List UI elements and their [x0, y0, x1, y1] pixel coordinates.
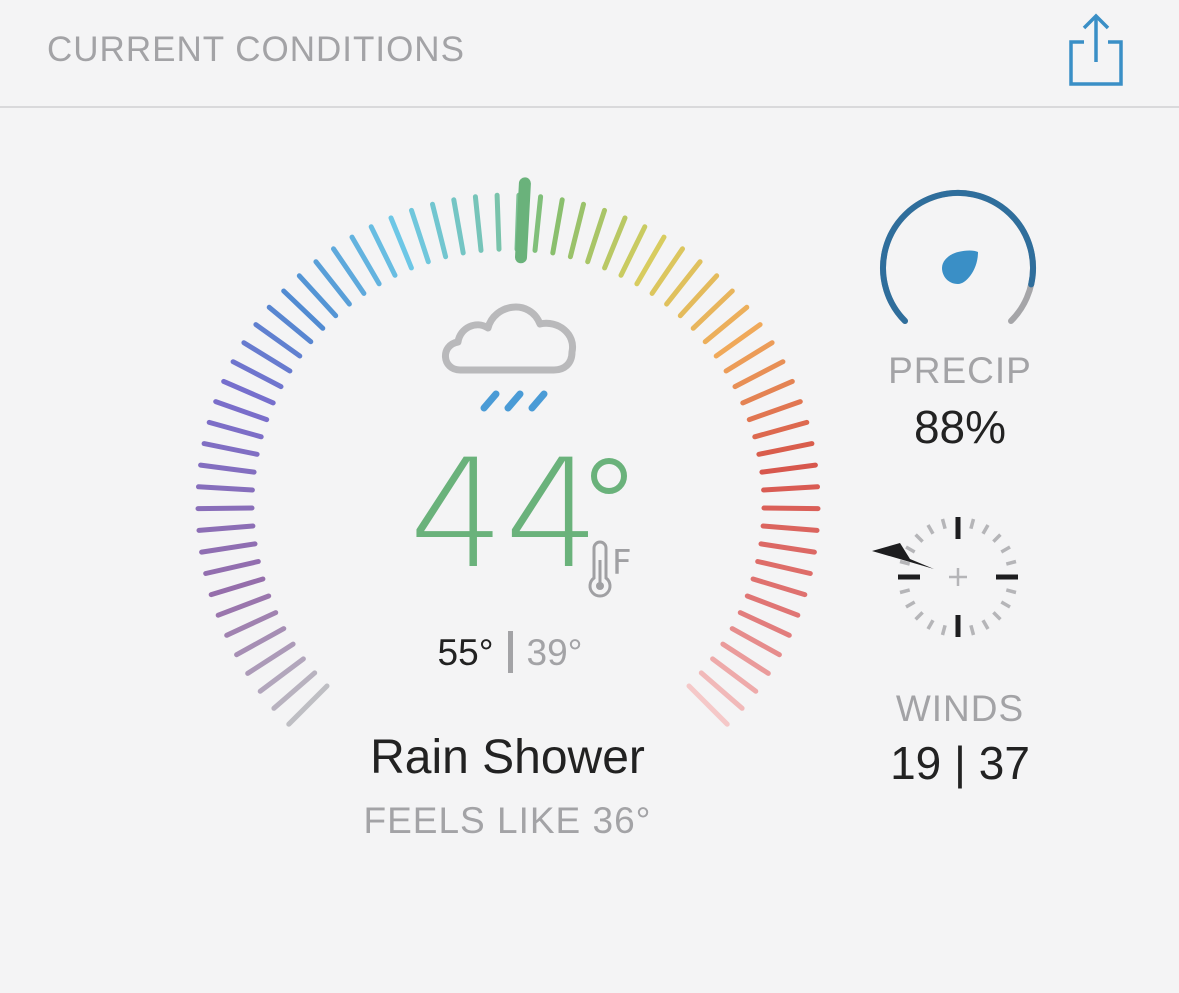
gauge-tick — [494, 192, 502, 252]
compass-tick — [1005, 588, 1017, 595]
low-temp: 39° — [526, 632, 583, 673]
gauge-tick — [752, 419, 810, 440]
compass-tick — [905, 600, 916, 609]
compass-tick — [914, 611, 924, 621]
gauge-tick — [234, 626, 287, 658]
gauge-tick — [744, 593, 801, 618]
gauge-tick — [761, 484, 820, 493]
gauge-tick — [567, 201, 586, 260]
compass-tick — [992, 533, 1002, 543]
gauge-tick — [759, 462, 818, 475]
high-low: 55° 39° — [380, 631, 640, 676]
gauge-tick — [203, 559, 261, 576]
compass-tick — [992, 611, 1002, 621]
winds-value: 19 | 37 — [890, 737, 1030, 789]
gauge-tick — [532, 194, 544, 253]
gauge-tick — [750, 576, 808, 598]
gauge-needle — [515, 177, 531, 264]
gauge-tick — [472, 194, 484, 253]
gauge-tick — [196, 484, 255, 493]
compass-tick — [1000, 600, 1011, 609]
compass-tick — [1005, 559, 1017, 566]
gauge-tick — [618, 224, 648, 278]
gauge-tick — [196, 523, 256, 533]
gauge-tick — [201, 441, 260, 457]
compass-tick — [1000, 545, 1011, 554]
gauge-tick — [746, 399, 803, 423]
gauge-tick — [602, 215, 628, 271]
gauge-tick — [213, 399, 270, 423]
gauge-tick — [732, 359, 786, 390]
gauge-tick — [550, 197, 565, 256]
precip-gauge — [870, 180, 1050, 340]
precip-label: PRECIP — [888, 350, 1032, 391]
compass-icon — [860, 505, 1040, 655]
gauge-tick — [756, 441, 815, 457]
gauge-tick — [224, 610, 279, 638]
raindrop-icon — [942, 250, 978, 284]
feels-like: FEELS LIKE 36° — [363, 800, 652, 841]
gauge-tick — [740, 378, 795, 406]
precip-value: 88% — [913, 401, 1007, 453]
gauge-tick — [208, 576, 266, 598]
gauge-tick — [585, 207, 607, 265]
gauge-tick — [634, 234, 667, 287]
compass-tick — [940, 624, 947, 636]
wind-direction-arrow — [872, 543, 934, 569]
gauge-tick — [388, 215, 414, 271]
gauge-tick — [430, 201, 449, 260]
compass-tick — [914, 533, 924, 543]
high-temp: 55° — [437, 632, 494, 673]
winds-label: WINDS — [895, 688, 1025, 729]
gauge-tick — [198, 462, 257, 475]
gauge-tick — [199, 541, 258, 555]
compass-tick — [899, 588, 911, 595]
condition-text: Rain Shower — [370, 731, 645, 784]
degree-symbol — [591, 458, 627, 494]
gauge-tick — [215, 593, 272, 618]
current-temperature: 44 — [409, 428, 600, 602]
compass-tick — [905, 545, 916, 554]
gauge-tick — [349, 234, 382, 287]
gauge-tick — [206, 419, 264, 440]
compass-tick — [899, 559, 911, 566]
compass-tick — [981, 619, 990, 630]
gauge-tick — [761, 505, 821, 512]
gauge-tick — [755, 559, 813, 576]
gauge-tick — [195, 505, 255, 512]
compass-tick — [969, 518, 976, 530]
hilo-divider — [507, 631, 513, 674]
compass-tick — [926, 619, 935, 630]
compass-tick — [940, 518, 947, 530]
gauge-tick — [451, 197, 466, 256]
gauge-tick — [221, 378, 276, 406]
compass-tick — [926, 524, 935, 535]
gauge-tick — [729, 626, 782, 658]
rain-cloud-icon — [430, 290, 590, 430]
gauge-tick — [368, 224, 398, 278]
gauge-tick — [409, 207, 431, 265]
gauge-tick — [737, 610, 792, 638]
compass-tick — [981, 524, 990, 535]
compass-tick — [969, 624, 976, 636]
gauge-tick — [230, 359, 284, 390]
gauge-tick — [760, 523, 820, 533]
gauge-tick — [758, 541, 817, 555]
temperature-unit: F — [612, 543, 632, 583]
